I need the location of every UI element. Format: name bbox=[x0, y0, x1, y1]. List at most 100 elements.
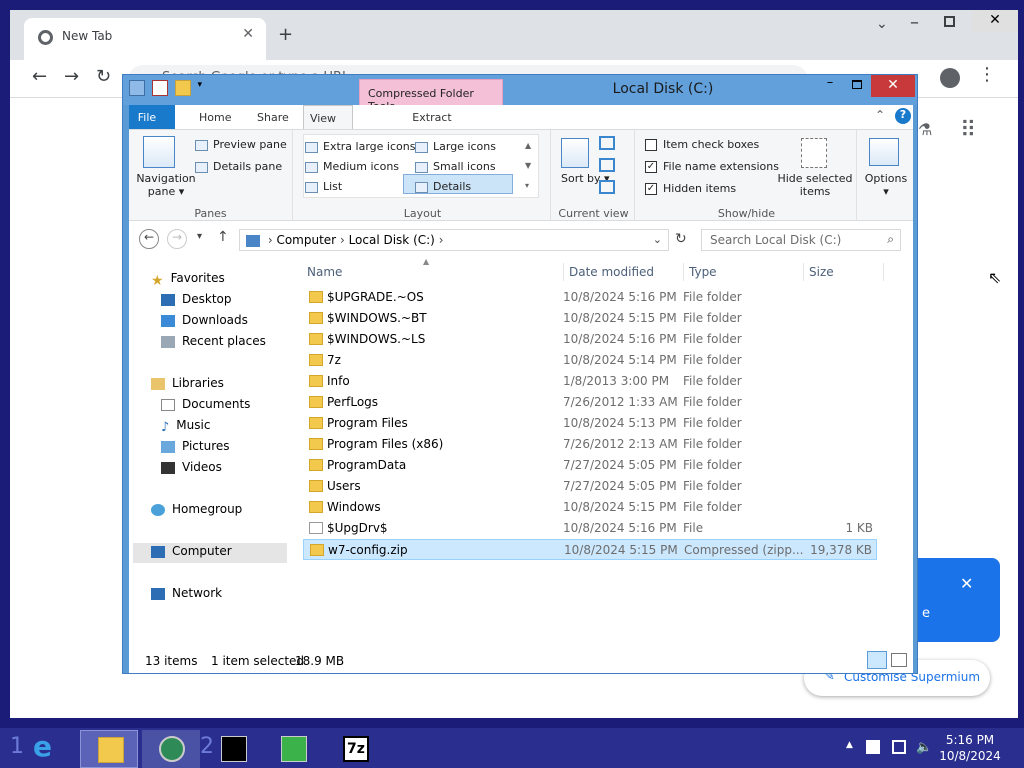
preview-pane-button[interactable]: Preview pane bbox=[195, 138, 287, 151]
nav-recent-places[interactable]: Recent places bbox=[161, 334, 266, 348]
taskbar-internet-explorer[interactable]: e bbox=[16, 730, 74, 768]
close-tab-icon[interactable]: ✕ bbox=[242, 26, 254, 42]
size-columns-icon[interactable] bbox=[599, 180, 615, 194]
table-row[interactable]: PerfLogs 7/26/2012 1:33 AM File folder bbox=[303, 392, 877, 413]
hide-selected-items-button[interactable]: Hide selected items bbox=[775, 172, 855, 198]
browser-close-button[interactable]: ✕ bbox=[972, 10, 1018, 32]
add-columns-icon[interactable] bbox=[599, 158, 615, 172]
forward-button[interactable]: → bbox=[167, 229, 187, 249]
column-divider[interactable] bbox=[563, 263, 564, 281]
tab-file[interactable]: File bbox=[129, 105, 175, 129]
column-header-name[interactable]: Name bbox=[307, 265, 342, 279]
details-pane-button[interactable]: Details pane bbox=[195, 160, 282, 173]
table-row[interactable]: $UpgDrv$ 10/8/2024 5:16 PM File 1 KB bbox=[303, 518, 877, 539]
hidden-items-toggle[interactable]: ✓ Hidden items bbox=[645, 182, 736, 195]
nav-desktop[interactable]: Desktop bbox=[161, 292, 232, 306]
nav-computer[interactable]: Computer bbox=[151, 544, 232, 558]
taskbar-clock[interactable]: 5:16 PM 10/8/2024 bbox=[930, 732, 1010, 764]
details-view-icon[interactable] bbox=[867, 651, 887, 669]
table-row[interactable]: 7z 10/8/2024 5:14 PM File folder bbox=[303, 350, 877, 371]
breadcrumb-local-disk[interactable]: Local Disk (C:) bbox=[349, 233, 435, 247]
up-arrow-icon[interactable]: ↑ bbox=[217, 229, 229, 245]
maximize-button[interactable] bbox=[852, 80, 862, 89]
network-status-icon[interactable] bbox=[892, 740, 906, 754]
labs-flask-icon[interactable]: ⚗ bbox=[918, 120, 932, 139]
forward-arrow-icon[interactable]: → bbox=[64, 66, 79, 87]
column-divider[interactable] bbox=[683, 263, 684, 281]
new-tab-button[interactable]: + bbox=[278, 24, 293, 45]
reload-icon[interactable]: ↻ bbox=[96, 66, 111, 87]
checkbox-unchecked[interactable] bbox=[645, 139, 657, 151]
layout-medium-icons[interactable]: Medium icons bbox=[305, 160, 399, 173]
layout-scroll-icon[interactable]: ▲ ▼ ▾ bbox=[525, 136, 531, 196]
table-row[interactable]: w7-config.zip 10/8/2024 5:15 PM Compressed… bbox=[303, 539, 877, 560]
layout-large-icons[interactable]: Large icons bbox=[415, 140, 496, 153]
nav-documents[interactable]: Documents bbox=[161, 397, 250, 411]
nav-pictures[interactable]: Pictures bbox=[161, 439, 230, 453]
checkbox-checked[interactable]: ✓ bbox=[645, 161, 657, 173]
column-divider[interactable] bbox=[883, 263, 884, 281]
taskbar-file-explorer[interactable] bbox=[80, 730, 138, 768]
nav-favorites[interactable]: ★ Favorites bbox=[151, 271, 225, 289]
new-folder-icon[interactable] bbox=[174, 80, 191, 96]
column-header-date-modified[interactable]: Date modified bbox=[569, 265, 654, 279]
table-row[interactable]: $UPGRADE.~OS 10/8/2024 5:16 PM File folder bbox=[303, 287, 877, 308]
browser-maximize-button[interactable] bbox=[944, 16, 955, 27]
taskbar-supermium[interactable] bbox=[142, 730, 200, 768]
layout-list[interactable]: List bbox=[305, 180, 342, 193]
profile-avatar-icon[interactable] bbox=[940, 68, 960, 88]
checkbox-checked[interactable]: ✓ bbox=[645, 183, 657, 195]
layout-extra-large-icons[interactable]: Extra large icons bbox=[305, 140, 415, 153]
table-row[interactable]: $WINDOWS.~LS 10/8/2024 5:16 PM File folder bbox=[303, 329, 877, 350]
nav-network[interactable]: Network bbox=[151, 586, 222, 600]
address-dropdown-icon[interactable]: ⌄ bbox=[653, 233, 662, 246]
promo-close-icon[interactable]: ✕ bbox=[960, 574, 973, 593]
table-row[interactable]: Users 7/27/2024 5:05 PM File folder bbox=[303, 476, 877, 497]
tab-search-chevron-icon[interactable]: ⌄ bbox=[876, 16, 888, 32]
table-row[interactable]: Program Files (x86) 7/26/2012 2:13 AM File… bbox=[303, 434, 877, 455]
tab-extract[interactable]: Extract bbox=[367, 105, 507, 129]
close-button[interactable]: ✕ bbox=[871, 75, 915, 97]
browser-minimize-button[interactable]: – bbox=[910, 12, 919, 33]
menu-dots-icon[interactable]: ⋮ bbox=[978, 64, 996, 85]
back-arrow-icon[interactable]: ← bbox=[32, 66, 47, 87]
action-center-flag-icon[interactable] bbox=[866, 740, 880, 754]
taskbar-command-prompt[interactable] bbox=[204, 730, 262, 768]
taskbar-installer[interactable] bbox=[264, 730, 322, 768]
item-check-boxes-toggle[interactable]: Item check boxes bbox=[645, 138, 759, 151]
qat-dropdown-icon[interactable]: ▾ bbox=[197, 80, 207, 96]
show-hidden-icons-chevron[interactable]: ▲ bbox=[846, 740, 853, 750]
apps-grid-icon[interactable]: ⠿ bbox=[960, 118, 976, 143]
column-divider[interactable] bbox=[803, 263, 804, 281]
options-button[interactable]: Options ▾ bbox=[859, 172, 913, 198]
nav-music[interactable]: ♪ Music bbox=[161, 418, 210, 435]
large-icons-view-icon[interactable] bbox=[891, 653, 907, 667]
table-row[interactable]: ProgramData 7/27/2024 5:05 PM File folder bbox=[303, 455, 877, 476]
minimize-button[interactable]: – bbox=[815, 75, 845, 97]
column-header-size[interactable]: Size bbox=[809, 265, 834, 279]
group-by-icon[interactable] bbox=[599, 136, 615, 150]
layout-small-icons[interactable]: Small icons bbox=[415, 160, 496, 173]
refresh-icon[interactable]: ↻ bbox=[675, 231, 687, 247]
table-row[interactable]: $WINDOWS.~BT 10/8/2024 5:15 PM File folder bbox=[303, 308, 877, 329]
navigation-pane-button[interactable]: Navigation pane ▾ bbox=[131, 172, 201, 198]
back-button[interactable]: ← bbox=[139, 229, 159, 249]
file-name-extensions-toggle[interactable]: ✓ File name extensions bbox=[645, 160, 779, 173]
table-row[interactable]: Program Files 10/8/2024 5:13 PM File folde… bbox=[303, 413, 877, 434]
tab-share[interactable]: Share bbox=[247, 105, 299, 129]
help-icon[interactable]: ? bbox=[895, 108, 911, 124]
search-input[interactable]: Search Local Disk (C:) ⌕ bbox=[701, 229, 901, 251]
ribbon-collapse-icon[interactable]: ⌃ bbox=[875, 108, 885, 122]
nav-videos[interactable]: Videos bbox=[161, 460, 222, 474]
nav-libraries[interactable]: Libraries bbox=[151, 376, 224, 390]
breadcrumb-computer[interactable]: Computer bbox=[276, 233, 336, 247]
properties-icon[interactable] bbox=[151, 80, 168, 96]
sort-by-button[interactable]: Sort by ▾ bbox=[561, 172, 610, 185]
tab-home[interactable]: Home bbox=[189, 105, 241, 129]
taskbar-7zip[interactable]: 7z bbox=[326, 730, 384, 768]
nav-homegroup[interactable]: Homegroup bbox=[151, 502, 242, 516]
explorer-app-icon[interactable] bbox=[129, 80, 145, 96]
column-header-type[interactable]: Type bbox=[689, 265, 717, 279]
table-row[interactable]: Info 1/8/2013 3:00 PM File folder bbox=[303, 371, 877, 392]
nav-downloads[interactable]: Downloads bbox=[161, 313, 248, 327]
